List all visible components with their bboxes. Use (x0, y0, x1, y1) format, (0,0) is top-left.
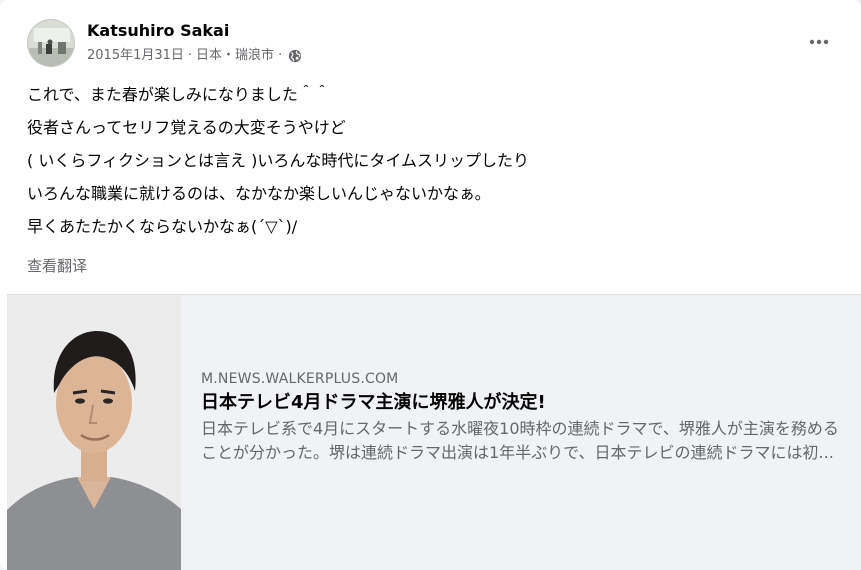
meta-separator: · (278, 48, 283, 63)
post-location[interactable]: 日本・瑞浪市 (196, 47, 274, 65)
author-avatar[interactable] (27, 19, 75, 67)
more-horizontal-icon (809, 39, 829, 45)
portrait-photo-icon (7, 295, 181, 570)
post-card: Katsuhiro Sakai 2015年1月31日 · 日本・瑞浪市 · これ… (0, 0, 861, 570)
post-text: これで、また春が楽しみになりました＾＾ 役者さんってセリフ覚えるの大変そうやけど… (27, 78, 827, 243)
post-text-line: ( いくらフィクションとは言え )いろんな時代にタイムスリップしたり (27, 151, 530, 170)
link-preview-text: M.NEWS.WALKERPLUS.COM 日本テレビ4月ドラマ主演に堺雅人が決… (201, 369, 841, 465)
post-text-line: いろんな職業に就けるのは、なかなか楽しいんじゃないかなぁ。 (27, 184, 491, 203)
post-meta: 2015年1月31日 · 日本・瑞浪市 · (87, 47, 302, 65)
post-date[interactable]: 2015年1月31日 (87, 47, 184, 65)
post-text-line: これで、また春が楽しみになりました＾＾ (27, 85, 330, 104)
link-preview[interactable]: M.NEWS.WALKERPLUS.COM 日本テレビ4月ドラマ主演に堺雅人が決… (7, 294, 861, 570)
link-preview-image[interactable] (7, 295, 181, 570)
post-text-line: 役者さんってセリフ覚えるの大変そうやけど (27, 118, 346, 137)
post-text-line: 早くあたたかくならないかなぁ(´▽`)/ (27, 217, 298, 236)
link-description: 日本テレビ系で4月にスタートする水曜夜10時枠の連続ドラマで、堺雅人が主演を務め… (201, 419, 839, 462)
globe-icon[interactable] (288, 49, 302, 63)
see-translation-link[interactable]: 查看翻译 (27, 255, 87, 277)
author-name[interactable]: Katsuhiro Sakai (87, 21, 229, 41)
avatar-photo-icon (28, 20, 74, 66)
link-title[interactable]: 日本テレビ4月ドラマ主演に堺雅人が決定! (201, 390, 841, 416)
more-options-button[interactable] (803, 26, 835, 58)
meta-separator: · (187, 48, 193, 63)
link-domain: M.NEWS.WALKERPLUS.COM (201, 371, 399, 387)
